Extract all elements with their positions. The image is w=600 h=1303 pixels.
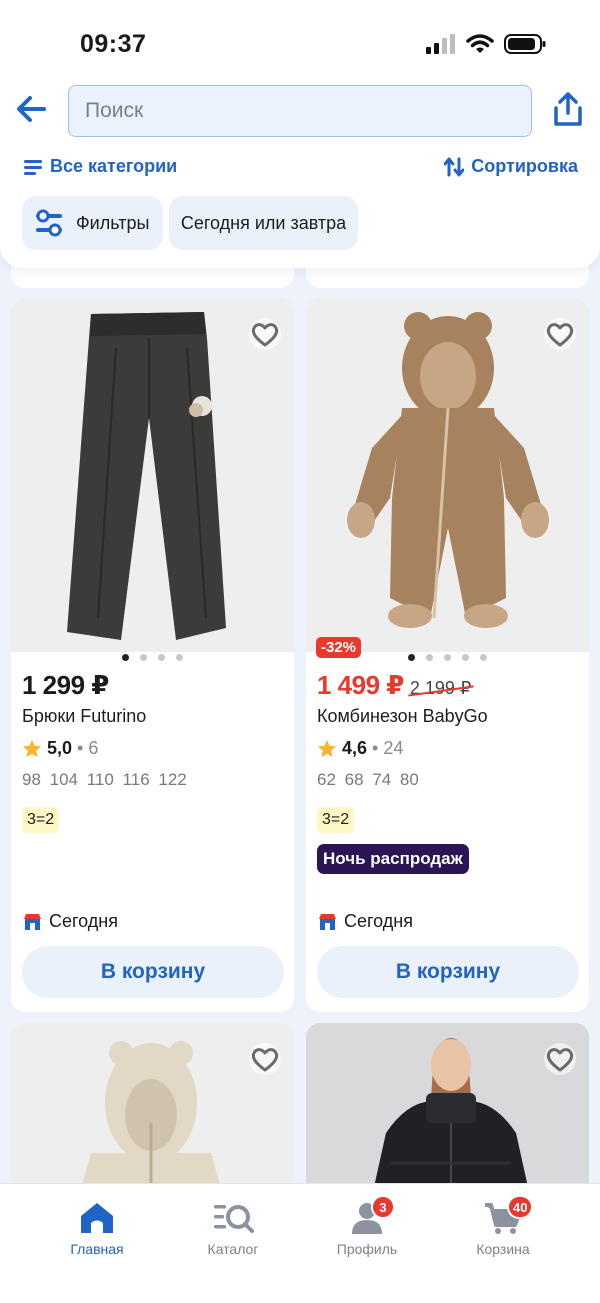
status-icons xyxy=(426,33,546,55)
pagination-dot xyxy=(140,654,147,661)
favorite-heart-icon[interactable] xyxy=(543,1043,577,1075)
tab-cart[interactable]: 40 Корзина xyxy=(453,1195,553,1257)
delivery-info: Сегодня xyxy=(23,911,118,932)
back-arrow-icon[interactable] xyxy=(14,92,48,126)
filters-label: Фильтры xyxy=(76,212,150,233)
tab-home[interactable]: Главная xyxy=(47,1199,147,1257)
battery-icon xyxy=(504,34,546,54)
review-count: 24 xyxy=(383,738,404,758)
product-rating: 4,6 • 24 xyxy=(317,738,403,759)
store-icon xyxy=(24,913,41,930)
delivery-label: Сегодня xyxy=(344,911,413,931)
favorite-heart-icon[interactable] xyxy=(248,1043,282,1075)
promo-badge: 3=2 xyxy=(22,807,60,833)
star-icon xyxy=(318,739,336,757)
pagination-dot xyxy=(480,654,487,661)
image-pagination-dots xyxy=(11,654,294,661)
product-sizes: 62 68 74 80 xyxy=(317,770,419,789)
delivery-date-chip[interactable]: Сегодня или завтра xyxy=(169,196,358,250)
sale-night-tag: Ночь распродаж xyxy=(317,844,469,874)
product-card[interactable]: -32% 1 499 ₽ 2 199 ₽ Комбинезон BabyGo 4… xyxy=(306,298,589,1012)
rating-value: 5,0 xyxy=(47,738,73,758)
search-field[interactable] xyxy=(68,85,532,137)
star-icon xyxy=(23,739,41,757)
home-icon xyxy=(75,1199,119,1237)
tab-profile[interactable]: 3 Профиль xyxy=(317,1195,417,1257)
wifi-icon xyxy=(466,34,494,53)
rating-separator: • xyxy=(77,738,84,758)
search-header: Все категории Сортировка Фильтры Сегодня… xyxy=(0,72,600,268)
store-icon xyxy=(319,913,336,930)
product-image[interactable] xyxy=(11,298,294,652)
status-bar: 09:37 xyxy=(0,0,600,82)
rating-separator: • xyxy=(372,738,379,758)
review-count: 6 xyxy=(88,738,99,758)
profile-icon: 3 xyxy=(345,1195,395,1237)
pagination-dot xyxy=(462,654,469,661)
status-time: 09:37 xyxy=(80,30,147,58)
menu-lines-icon xyxy=(24,159,42,175)
pagination-dot xyxy=(444,654,451,661)
add-to-cart-button[interactable]: В корзину xyxy=(22,946,284,998)
product-title[interactable]: Брюки Futurino xyxy=(22,706,146,727)
sort-arrows-icon xyxy=(444,157,465,176)
product-price: 1 499 ₽ xyxy=(317,670,404,700)
catalog-search-icon xyxy=(211,1199,255,1237)
pagination-dot xyxy=(426,654,433,661)
signal-icon xyxy=(426,34,455,54)
old-price: 2 199 ₽ xyxy=(409,678,472,698)
favorite-heart-icon[interactable] xyxy=(543,318,577,350)
cart-icon: 40 xyxy=(481,1195,534,1237)
pagination-dot xyxy=(176,654,183,661)
product-title[interactable]: Комбинезон BabyGo xyxy=(317,706,488,727)
filters-chip[interactable]: Фильтры xyxy=(22,196,163,250)
delivery-label: Сегодня xyxy=(49,911,118,931)
product-price: 1 299 ₽ xyxy=(22,670,109,700)
profile-badge: 3 xyxy=(371,1195,395,1219)
product-sizes: 98 104 110 116 122 xyxy=(22,770,187,789)
bottom-tab-bar: Главная Каталог 3 Профиль 40 Корзина xyxy=(0,1183,600,1303)
pagination-dot xyxy=(408,654,415,661)
all-categories-button[interactable]: Все категории xyxy=(24,156,177,177)
price-row: 1 299 ₽ xyxy=(22,670,109,701)
discount-badge: -32% xyxy=(316,637,362,658)
add-to-cart-button[interactable]: В корзину xyxy=(317,946,579,998)
pants-image xyxy=(67,312,226,640)
all-categories-label: Все категории xyxy=(50,156,178,176)
tab-profile-label: Профиль xyxy=(336,1241,398,1257)
tab-home-label: Главная xyxy=(70,1241,124,1257)
sort-label: Сортировка xyxy=(471,156,578,176)
product-card[interactable]: 1 299 ₽ Брюки Futurino 5,0 • 6 98 104 11… xyxy=(11,298,294,1012)
pagination-dot xyxy=(122,654,129,661)
promo-badge: 3=2 xyxy=(317,807,355,833)
search-input[interactable] xyxy=(85,99,515,123)
tab-catalog[interactable]: Каталог xyxy=(183,1199,283,1257)
tab-cart-label: Корзина xyxy=(476,1241,530,1257)
sort-button[interactable]: Сортировка xyxy=(444,156,578,177)
jumpsuit-image xyxy=(347,312,549,628)
pagination-dot xyxy=(158,654,165,661)
product-rating: 5,0 • 6 xyxy=(22,738,98,759)
share-icon[interactable] xyxy=(552,92,584,128)
tab-catalog-label: Каталог xyxy=(207,1241,259,1257)
rating-value: 4,6 xyxy=(342,738,368,758)
favorite-heart-icon[interactable] xyxy=(248,318,282,350)
filter-sliders-icon xyxy=(36,209,62,237)
product-image[interactable] xyxy=(306,298,589,652)
delivery-info: Сегодня xyxy=(318,911,413,932)
cart-badge: 40 xyxy=(507,1195,534,1219)
price-row: 1 499 ₽ 2 199 ₽ xyxy=(317,670,471,701)
